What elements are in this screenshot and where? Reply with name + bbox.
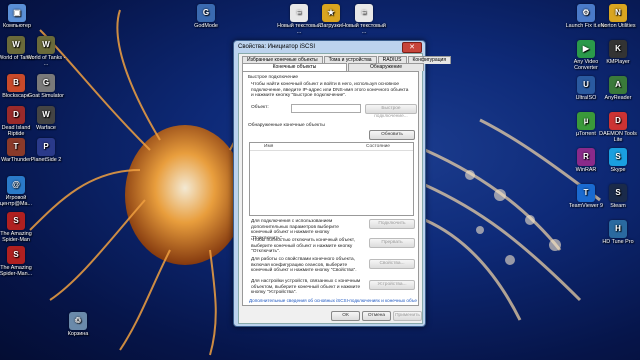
app-icon: K bbox=[609, 40, 627, 58]
desktop-icon[interactable]: D DAEMON Tools Lite bbox=[596, 112, 640, 143]
desktop-icon-label: Компьютер bbox=[3, 23, 31, 29]
list-header: Имя Состояние bbox=[250, 143, 413, 151]
desktop-icon-label: GodMode bbox=[194, 23, 218, 29]
target-label: Объект: bbox=[251, 105, 269, 110]
app-icon: R bbox=[577, 148, 595, 166]
desktop-icon-label: PlanetSide 2 bbox=[30, 157, 62, 163]
desktop-icon[interactable]: W Warface bbox=[24, 106, 68, 131]
discovered-heading: Обнаруженные конечные объекты bbox=[248, 123, 325, 128]
desktop-icon-label: Warface bbox=[36, 125, 56, 131]
disconnect-button[interactable]: Прервать bbox=[369, 238, 415, 248]
desktop-icon[interactable]: S Steam bbox=[596, 184, 640, 209]
iscsi-properties-dialog: Свойства: Инициатор iSCSI ✕ Избранные ко… bbox=[233, 40, 452, 327]
desktop-icon-label: AnyReader bbox=[604, 95, 632, 101]
desktop-icon[interactable]: P PlanetSide 2 bbox=[24, 138, 68, 163]
quick-connect-button[interactable]: Быстрое подключение... bbox=[365, 104, 417, 119]
desktop-icon-label: KMPlayer bbox=[606, 59, 630, 65]
desktop-icon[interactable]: K KMPlayer bbox=[596, 40, 640, 65]
app-icon: ≡ bbox=[355, 4, 373, 22]
app-icon: ★ bbox=[322, 4, 340, 22]
tab-row-2: Конечные объекты Обнаружение bbox=[242, 63, 425, 71]
desktop-icon[interactable]: ♲ Корзина bbox=[56, 312, 100, 337]
tab-targets[interactable]: Конечные объекты bbox=[242, 63, 347, 71]
app-icon: ▣ bbox=[8, 4, 26, 22]
app-icon: G bbox=[197, 4, 215, 22]
refresh-button[interactable]: Обновить bbox=[369, 130, 415, 140]
app-icon: W bbox=[37, 36, 55, 54]
connect-button[interactable]: Подключить bbox=[369, 219, 415, 229]
desktop-icon-label: Steam bbox=[610, 203, 626, 209]
app-icon: @ bbox=[7, 176, 25, 194]
app-icon: B bbox=[7, 74, 25, 92]
desktop-icon[interactable]: G Goat Simulator bbox=[24, 74, 68, 99]
desktop-icon[interactable]: S The Amazing Spider-Man... bbox=[0, 246, 38, 277]
desktop-icon-label: The Amazing Spider-Man... bbox=[0, 265, 33, 278]
close-button[interactable]: ✕ bbox=[402, 42, 422, 53]
tab-discovery[interactable]: Обнаружение bbox=[348, 63, 424, 71]
desktop-icon-label: DAEMON Tools Lite bbox=[599, 131, 637, 144]
app-icon: µ bbox=[577, 112, 595, 130]
app-icon: D bbox=[609, 112, 627, 130]
app-icon: A bbox=[609, 76, 627, 94]
desktop-icon[interactable]: A AnyReader bbox=[596, 76, 640, 101]
dialog-body: Избранные конечные объекты Тома и устрой… bbox=[238, 53, 452, 324]
app-icon: ▶ bbox=[577, 40, 595, 58]
desktop-icon[interactable]: S The Amazing Spider-Man bbox=[0, 212, 38, 243]
targets-panel: Быстрое подключение Чтобы найти конечный… bbox=[242, 71, 419, 306]
dialog-title: Свойства: Инициатор iSCSI bbox=[238, 44, 316, 50]
desktop-icon-label: HD Tune Pro bbox=[602, 239, 634, 245]
app-icon: S bbox=[7, 246, 25, 264]
desktop-icon-label: Skype bbox=[610, 167, 626, 173]
desktop-icon-label: World of Tanks - ... bbox=[26, 55, 66, 68]
app-icon: ⚙ bbox=[577, 4, 595, 22]
more-info-link[interactable]: Дополнительные сведения об основных iSCS… bbox=[249, 298, 417, 303]
properties-button[interactable]: Свойства... bbox=[369, 259, 415, 269]
desktop-icon[interactable]: S Skype bbox=[596, 148, 640, 173]
devices-button[interactable]: Устройства... bbox=[369, 280, 415, 290]
desktop-icon-label: Norton Utilities bbox=[600, 23, 636, 29]
properties-text: Для работы со свойствами конечного объек… bbox=[251, 257, 357, 274]
col-name[interactable]: Имя bbox=[264, 143, 273, 150]
app-icon: T bbox=[7, 138, 25, 156]
desktop-icon[interactable]: ≡ Новый текстовый ... bbox=[342, 4, 386, 35]
app-icon: H bbox=[609, 220, 627, 238]
desktop-icon[interactable]: H HD Tune Pro bbox=[596, 220, 640, 245]
targets-list[interactable]: Имя Состояние bbox=[249, 142, 414, 216]
app-icon: U bbox=[577, 76, 595, 94]
app-icon: W bbox=[7, 36, 25, 54]
desktop-icon-label: Goat Simulator bbox=[28, 93, 64, 99]
app-icon: W bbox=[37, 106, 55, 124]
quick-connect-heading: Быстрое подключение bbox=[248, 75, 299, 80]
ok-button[interactable]: ОК bbox=[331, 311, 360, 321]
devices-text: Для настройки устройств, связанных с кон… bbox=[251, 279, 361, 296]
cancel-button[interactable]: Отмена bbox=[362, 311, 391, 321]
quick-connect-text: Чтобы найти конечный объект и войти в не… bbox=[251, 82, 409, 99]
app-icon: N bbox=[609, 4, 627, 22]
desktop-icon[interactable]: ▣ Компьютер bbox=[0, 4, 39, 29]
col-status[interactable]: Состояние bbox=[366, 143, 390, 150]
desktop-icon[interactable]: N Norton Utilities bbox=[596, 4, 640, 29]
disconnect-text: Чтобы полностью отключить конечный объек… bbox=[251, 238, 355, 255]
app-icon: P bbox=[37, 138, 55, 156]
desktop-icon[interactable]: @ Игровой центр@Ma... bbox=[0, 176, 38, 207]
target-input[interactable] bbox=[291, 104, 361, 113]
app-icon: ♲ bbox=[69, 312, 87, 330]
app-icon: T bbox=[577, 184, 595, 202]
desktop-icon-label: Игровой центр@Ma... bbox=[0, 195, 32, 208]
app-icon: S bbox=[7, 212, 25, 230]
desktop-icon-label: The Amazing Spider-Man bbox=[0, 231, 32, 244]
app-icon: G bbox=[37, 74, 55, 92]
app-icon: ≡ bbox=[290, 4, 308, 22]
desktop-icon[interactable]: W World of Tanks - ... bbox=[24, 36, 68, 67]
app-icon: S bbox=[609, 184, 627, 202]
desktop-icon-label: Новый текстовый ... bbox=[342, 23, 386, 36]
apply-button[interactable]: Применить bbox=[393, 311, 422, 321]
app-icon: S bbox=[609, 148, 627, 166]
app-icon: D bbox=[7, 106, 25, 124]
desktop-icon[interactable]: G GodMode bbox=[184, 4, 228, 29]
desktop-icon-label: Корзина bbox=[67, 331, 89, 337]
